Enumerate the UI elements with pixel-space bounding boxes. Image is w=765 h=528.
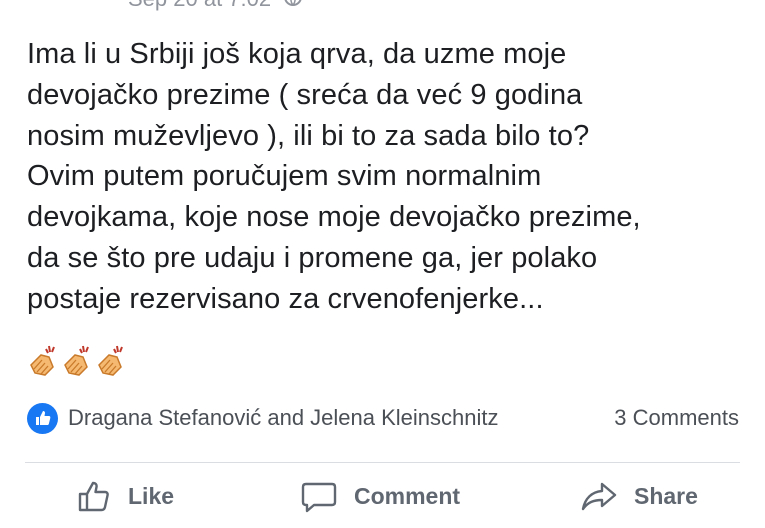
reactors-names[interactable]: Dragana Stefanović and Jelena Kleinschni… [68,405,499,431]
post-line: devojačko prezime ( sreća da već 9 godin… [27,78,583,111]
comment-button[interactable]: Comment [300,478,460,514]
post-header: Sep 20 at 7:02 [128,0,303,13]
action-bar: Like Comment Share [0,478,765,528]
post-line: Ima li u Srbiji još koja qrva, da uzme m… [27,38,567,70]
clapping-hands-icon [30,345,55,376]
thumbs-up-icon [78,481,109,512]
comment-label: Comment [354,482,461,509]
clapping-hands-icon [98,345,123,376]
post-line: nosim muževljevo ), ili bi to za sada bi… [27,119,590,152]
share-icon [581,482,617,511]
like-button[interactable]: Like [76,478,174,514]
clapping-hands-icon [64,345,89,376]
like-label: Like [128,482,175,509]
globe-icon [283,0,303,13]
emoji-row [27,343,127,377]
comments-count[interactable]: 3 Comments [614,405,739,431]
facebook-post: Sep 20 at 7:02 Ima li u Srbiji još koja … [0,0,765,513]
post-timestamp[interactable]: Sep 20 at 7:02 [128,0,271,11]
post-line: Ovim putem poručujem svim normalnim [27,160,542,193]
reactions-summary: Dragana Stefanović and Jelena Kleinschni… [27,402,739,434]
comment-icon [301,482,337,513]
post-line: postaje rezervisano za crvenofenjerke... [27,282,544,315]
post-line: da se što pre udaju i promene ga, jer po… [27,241,598,274]
post-line: devojkama, koje nose moje devojačko prez… [27,201,641,234]
share-button[interactable]: Share [580,478,698,514]
share-label: Share [634,482,698,509]
divider [25,462,740,463]
like-icon [27,402,58,434]
post-message: Ima li u Srbiji još koja qrva, da uzme m… [27,34,757,320]
